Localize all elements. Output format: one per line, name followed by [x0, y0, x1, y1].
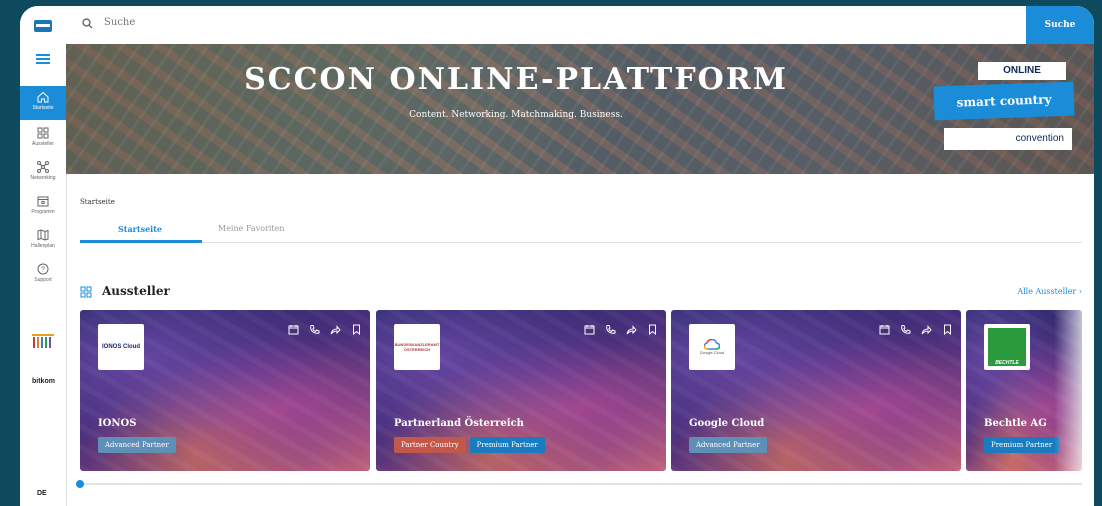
share-icon[interactable]: [330, 324, 341, 335]
exhibitor-name: Bechtle AG: [984, 418, 1047, 429]
sidebar-item-label: Support: [34, 277, 52, 283]
badge-premium-partner: Premium Partner: [984, 437, 1060, 453]
badge-partner-country: Partner Country: [394, 437, 466, 453]
language-switch[interactable]: DE: [37, 490, 47, 497]
calendar-star-icon: [37, 196, 49, 207]
calendar-icon[interactable]: [288, 324, 299, 335]
card-actions: [584, 324, 658, 335]
menu-icon[interactable]: [36, 54, 50, 64]
carousel-scrollbar[interactable]: [80, 483, 1082, 485]
badge-list: Advanced Partner: [98, 437, 176, 453]
sponsor-logo-icon[interactable]: [32, 334, 54, 348]
app-logo-icon[interactable]: [34, 20, 52, 32]
exhibitor-card-google-cloud[interactable]: Google Cloud Google Cloud Advanced Partn…: [671, 310, 961, 471]
help-icon: ?: [37, 263, 49, 275]
exhibitor-name: IONOS: [98, 418, 137, 429]
badge-list: Advanced Partner: [689, 437, 767, 453]
search-button[interactable]: Suche: [1026, 6, 1094, 44]
brand-main-label: smart country: [933, 81, 1075, 121]
sidebar: Startseite Aussteller Networking Program…: [20, 6, 67, 506]
search-icon: [82, 18, 93, 29]
exhibitor-card-ionos[interactable]: IONOS Cloud IONOS Advanced Partner: [80, 310, 370, 471]
bitkom-logo[interactable]: bitkom: [32, 378, 55, 385]
search-bar: Suche: [66, 6, 1094, 44]
sidebar-item-startseite[interactable]: Startseite: [20, 86, 66, 120]
exhibitor-logo-label: Google Cloud: [699, 350, 725, 355]
sidebar-item-programm[interactable]: Programm: [20, 190, 66, 224]
svg-text:?: ?: [41, 267, 45, 274]
share-icon[interactable]: [921, 324, 932, 335]
bookmark-icon[interactable]: [942, 324, 953, 335]
all-exhibitors-link[interactable]: Alle Aussteller ›: [1017, 287, 1082, 296]
sidebar-item-label: Startseite: [32, 105, 54, 111]
exhibitor-logo: BECHTLE: [984, 324, 1030, 370]
brand-convention-label: convention: [944, 128, 1072, 150]
chevron-right-icon: ›: [1078, 287, 1082, 296]
sidebar-item-support[interactable]: ? Support: [20, 258, 66, 292]
tab-startseite[interactable]: Startseite: [118, 224, 162, 234]
all-exhibitors-label: Alle Aussteller: [1017, 287, 1077, 296]
phone-icon[interactable]: [605, 324, 616, 335]
exhibitor-name: Google Cloud: [689, 418, 765, 429]
badge-premium-partner: Premium Partner: [469, 437, 545, 453]
badge-advanced-partner: Advanced Partner: [689, 437, 767, 453]
brand-online-label: ONLINE: [978, 62, 1066, 80]
app-window: Startseite Aussteller Networking Program…: [20, 6, 1094, 506]
phone-icon[interactable]: [309, 324, 320, 335]
sidebar-item-aussteller[interactable]: Aussteller: [20, 122, 66, 156]
exhibitor-name: Partnerland Österreich: [394, 418, 524, 429]
sidebar-item-label: Programm: [31, 209, 55, 215]
network-icon: [37, 161, 49, 173]
tab-bar: Startseite Meine Favoriten: [80, 222, 1082, 243]
sidebar-item-label: Hallenplan: [31, 243, 55, 249]
tab-meine-favoriten[interactable]: Meine Favoriten: [218, 224, 285, 233]
home-icon: [37, 91, 49, 103]
active-tab-indicator: [80, 240, 202, 243]
exhibitor-logo: BUNDESKANZLERAMT ÖSTERREICH: [394, 324, 440, 370]
exhibitor-logo: IONOS Cloud: [98, 324, 144, 370]
exhibitor-logo: Google Cloud: [689, 324, 735, 370]
map-icon: [37, 229, 49, 241]
carousel-scroll-handle[interactable]: [76, 480, 84, 488]
hero-subtitle: Content. Networking. Matchmaking. Busine…: [409, 110, 623, 120]
calendar-icon[interactable]: [879, 324, 890, 335]
card-actions: [288, 324, 362, 335]
sidebar-item-hallenplan[interactable]: Hallenplan: [20, 224, 66, 258]
grid-icon: [37, 127, 49, 139]
share-icon[interactable]: [626, 324, 637, 335]
badge-list: Partner Country Premium Partner: [394, 437, 545, 453]
exhibitor-card-partnerland-oesterreich[interactable]: BUNDESKANZLERAMT ÖSTERREICH Partnerland …: [376, 310, 666, 471]
badge-list: Premium Partner: [984, 437, 1060, 453]
bookmark-icon[interactable]: [647, 324, 658, 335]
card-actions: [879, 324, 953, 335]
phone-icon[interactable]: [900, 324, 911, 335]
sidebar-item-networking[interactable]: Networking: [20, 156, 66, 190]
badge-advanced-partner: Advanced Partner: [98, 437, 176, 453]
carousel-fade: [1054, 310, 1094, 471]
hero-title: SCCON ONLINE-PLATTFORM: [244, 62, 788, 97]
bookmark-icon[interactable]: [351, 324, 362, 335]
search-input[interactable]: [102, 16, 706, 29]
breadcrumb[interactable]: Startseite: [80, 198, 115, 206]
sidebar-item-label: Aussteller: [32, 141, 54, 147]
section-title: Aussteller: [102, 284, 170, 298]
grid-icon: [80, 286, 92, 298]
bechtle-logo-label: BECHTLE: [988, 328, 1026, 366]
smart-country-logo: ONLINE smart country convention: [933, 62, 1075, 154]
sidebar-item-label: Networking: [30, 175, 56, 181]
calendar-icon[interactable]: [584, 324, 595, 335]
hero-banner: SCCON ONLINE-PLATTFORM Content. Networki…: [66, 44, 1094, 174]
google-cloud-icon: [704, 339, 720, 350]
